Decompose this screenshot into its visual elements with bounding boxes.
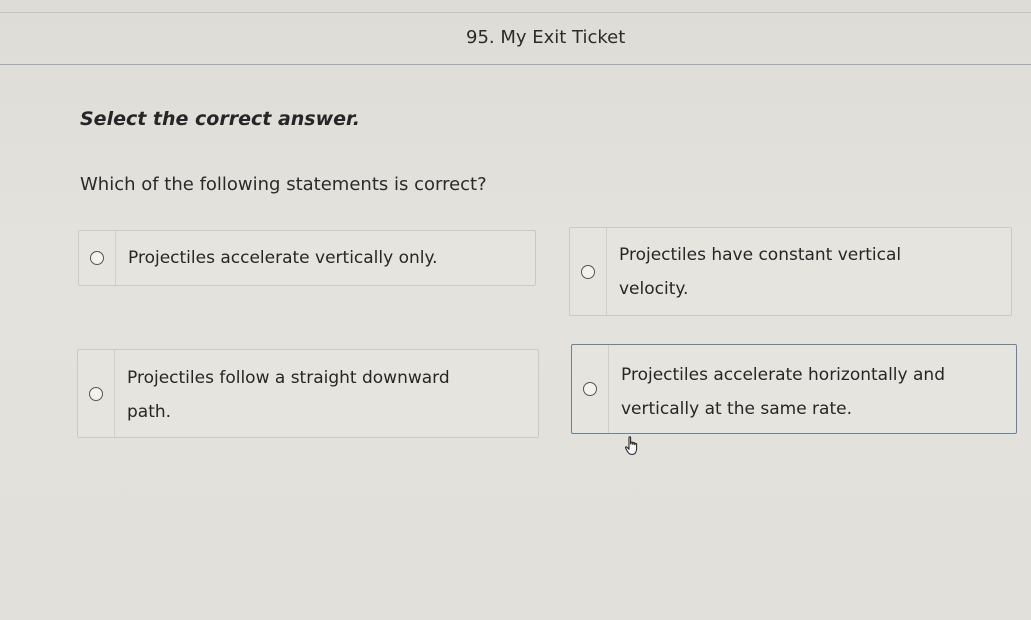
radio-button-c[interactable] xyxy=(89,386,103,401)
answer-option-a[interactable]: Projectiles accelerate vertically only. xyxy=(78,230,536,286)
answer-option-b-line-1: Projectiles have constant vertical xyxy=(619,245,902,265)
top-divider xyxy=(0,12,1031,13)
answer-option-c[interactable]: Projectiles follow a straight downward p… xyxy=(77,349,539,438)
question-text: Which of the following statements is cor… xyxy=(80,174,487,195)
answer-option-c-label: Projectiles follow a straight downward p… xyxy=(115,350,464,437)
answer-option-b-label: Projectiles have constant vertical veloc… xyxy=(607,228,915,315)
radio-column xyxy=(78,350,115,437)
answer-option-b[interactable]: Projectiles have constant vertical veloc… xyxy=(569,227,1012,316)
hand-pointer-icon xyxy=(624,436,638,456)
radio-button-d[interactable] xyxy=(583,382,597,396)
radio-button-b[interactable] xyxy=(581,264,595,279)
answer-option-d-label: Projectiles accelerate horizontally and … xyxy=(609,345,959,433)
answer-option-c-line-1: Projectiles follow a straight downward xyxy=(127,368,450,388)
radio-button-a[interactable] xyxy=(90,251,104,265)
radio-column xyxy=(570,228,607,315)
answer-option-d-line-2: vertically at the same rate. xyxy=(621,399,852,419)
instruction-text: Select the correct answer. xyxy=(80,108,360,130)
answer-option-d[interactable]: Projectiles accelerate horizontally and … xyxy=(571,344,1017,434)
radio-column xyxy=(79,231,116,285)
answer-option-a-line-1: Projectiles accelerate vertically only. xyxy=(128,248,438,268)
answer-option-b-line-2: velocity. xyxy=(619,279,689,299)
radio-column xyxy=(572,345,609,433)
answer-option-c-line-2: path. xyxy=(127,402,172,422)
answer-option-a-label: Projectiles accelerate vertically only. xyxy=(116,231,452,285)
answer-option-d-line-1: Projectiles accelerate horizontally and xyxy=(621,365,945,385)
page-title: 95. My Exit Ticket xyxy=(466,27,626,48)
